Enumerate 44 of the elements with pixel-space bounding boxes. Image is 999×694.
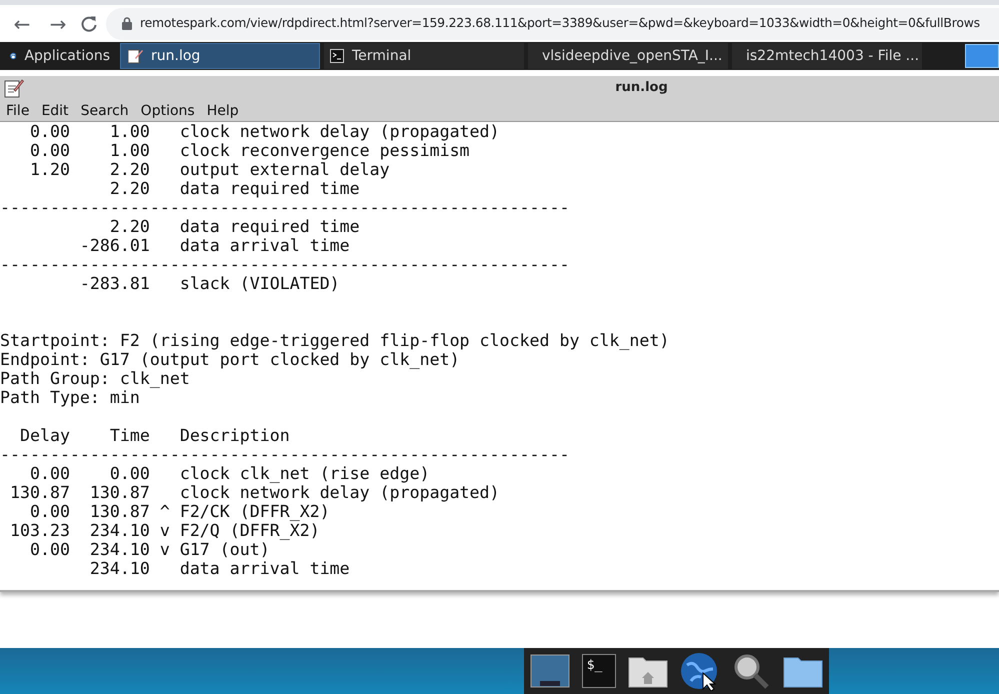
back-button[interactable]: ←	[8, 14, 36, 34]
log-line: 0.00 1.00 clock reconvergence pessimism	[28, 141, 471, 160]
notepad-icon	[4, 78, 24, 98]
log-line: 0.00 234.10 v G17 (out)	[28, 540, 271, 559]
menu-item[interactable]: Edit	[35, 100, 75, 120]
reload-icon[interactable]	[80, 14, 98, 32]
log-line: 130.87 130.87 clock network delay (propagated)	[8, 483, 501, 502]
globe-icon[interactable]	[679, 651, 720, 691]
taskbar-button[interactable]: vlsideepdive_openSTA_I...	[528, 43, 728, 69]
menu-item[interactable]: File	[0, 100, 36, 120]
notepad-icon	[127, 48, 143, 64]
log-line: 234.10 data arrival time	[88, 559, 351, 578]
terminal-launcher[interactable]: $_	[582, 654, 616, 688]
menu-item[interactable]: Options	[134, 100, 201, 120]
log-line: Path Type: min	[0, 388, 141, 407]
log-line: Delay Time Description	[18, 426, 291, 445]
forward-button[interactable]: →	[44, 14, 72, 34]
taskbar-button[interactable]: Terminal	[324, 43, 524, 69]
taskbar-button[interactable]: Applications	[4, 43, 116, 69]
window-title: run.log	[614, 79, 669, 98]
log-line: 103.23 234.10 v F2/Q (DFFR_X2)	[8, 521, 321, 540]
log-line: -286.01 data arrival time	[78, 236, 351, 255]
log-line: -283.81 slack (VIOLATED)	[78, 274, 341, 293]
log-line: Startpoint: F2 (rising edge-triggered flip-flop clocked by clk_net)	[0, 331, 670, 350]
menu-item[interactable]: Search	[74, 100, 135, 120]
log-line: ---------------------------------------------------------	[0, 255, 570, 274]
log-line: ---------------------------------------------------------	[0, 198, 570, 217]
log-line: 0.00 130.87 ^ F2/CK (DFFR_X2)	[28, 502, 331, 521]
log-line: ---------------------------------------------------------	[0, 445, 570, 464]
address-bar[interactable]: remotespark.com/view/rdpdirect.html?server=159.223.68.111&port=3389&user=&pwd=&keyboard=1033&width=0&height=0&fullBrows	[106, 8, 999, 40]
log-line: 0.00 0.00 clock clk_net (rise edge)	[28, 464, 431, 483]
menu-item[interactable]: Help	[200, 100, 245, 120]
log-line: 2.20 data required time	[108, 217, 361, 236]
url-text: remotespark.com/view/rdpdirect.html?server=159.223.68.111&port=3389&user=&pwd=&keyboard=1033&width=0&height=0&fullBrows	[140, 14, 980, 32]
log-line: 1.20 2.20 output external delay	[28, 160, 391, 179]
log-line: 0.00 1.00 clock network delay (propagated)	[28, 122, 501, 141]
log-line: 2.20 data required time	[108, 179, 361, 198]
window-icon[interactable]	[530, 653, 570, 689]
taskbar-button[interactable]: run.log	[120, 43, 320, 69]
lock-icon	[122, 17, 132, 30]
taskbar-button[interactable]: is22mtech14003 - File ...	[732, 43, 922, 69]
terminal-icon	[330, 49, 344, 63]
log-line: Endpoint: G17 (output port clocked by clk_net)	[0, 350, 461, 369]
log-line: Path Group: clk_net	[0, 369, 191, 388]
